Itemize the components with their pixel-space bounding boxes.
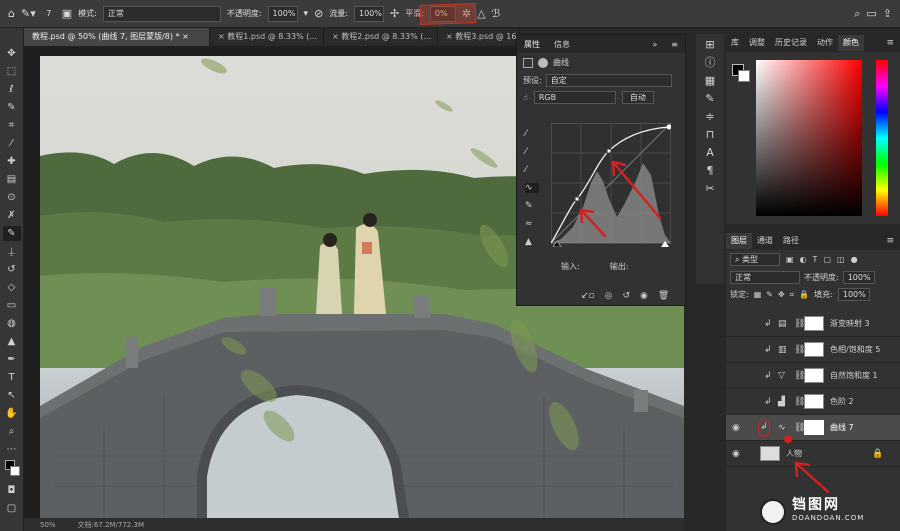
watermark-text: 铛图网 DOANDOAN.COM: [792, 496, 865, 525]
watermark-url: DOANDOAN.COM: [792, 513, 865, 522]
watermark: 铛图网 DOANDOAN.COM: [760, 492, 900, 531]
arrow-annotation: [611, 160, 662, 220]
arrow-annotation: [794, 461, 830, 494]
watermark-brand: 铛图网: [792, 496, 840, 513]
red-annotations: [579, 160, 830, 494]
arrow-annotation: [579, 208, 607, 238]
watermark-logo-icon: [760, 498, 786, 525]
